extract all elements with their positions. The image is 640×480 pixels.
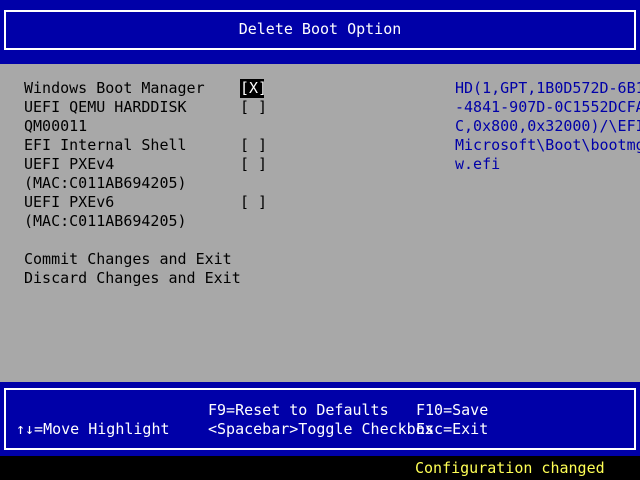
boot-option-uefi-pxev6-detail: (MAC:C011AB694205) [24, 212, 187, 230]
help-line: HD(1,GPT,1B0D572D-6B17 [455, 79, 640, 97]
move-highlight-hint: ↑↓=Move Highlight [16, 420, 170, 438]
checkbox-uefi-pxev4[interactable]: [ ] [240, 155, 267, 174]
help-line: -4841-907D-0C1552DCFAF [455, 98, 640, 116]
checkbox-uefi-pxev6[interactable]: [ ] [240, 193, 267, 212]
status-message: Configuration changed [415, 459, 605, 477]
boot-option-uefi-qemu-harddisk[interactable]: UEFI QEMU HARDDISK [24, 98, 187, 117]
boot-option-uefi-pxev6[interactable]: UEFI PXEv6 [24, 193, 114, 212]
discard-changes-exit[interactable]: Discard Changes and Exit [24, 269, 241, 288]
reset-defaults-hint: F9=Reset to Defaults [208, 401, 389, 419]
help-line: w.efi [455, 155, 501, 173]
boot-option-efi-internal-shell[interactable]: EFI Internal Shell [24, 136, 187, 155]
boot-option-uefi-pxev4[interactable]: UEFI PXEv4 [24, 155, 114, 174]
save-hint: F10=Save [416, 401, 489, 419]
exit-hint: Esc=Exit [416, 420, 489, 438]
boot-option-uefi-pxev4-detail: (MAC:C011AB694205) [24, 174, 187, 192]
help-line: C,0x800,0x32000)/\EFI\ [455, 117, 640, 135]
boot-option-windows-boot-manager[interactable]: Windows Boot Manager [24, 79, 205, 98]
page-title: Delete Boot Option [238, 20, 402, 38]
checkbox-efi-internal-shell[interactable]: [ ] [240, 136, 267, 155]
toggle-checkbox-hint: <Spacebar>Toggle Checkbox [208, 420, 434, 438]
help-line: Microsoft\Boot\bootmgf [455, 136, 640, 154]
checkbox-uefi-qemu-harddisk[interactable]: [ ] [240, 98, 267, 117]
commit-changes-exit[interactable]: Commit Changes and Exit [24, 250, 232, 269]
boot-option-uefi-qemu-harddisk-detail: QM00011 [24, 117, 88, 135]
checkbox-windows-boot-manager[interactable]: [X] [240, 79, 267, 98]
content-panel: Windows Boot Manager [X] UEFI QEMU HARDD… [0, 64, 640, 382]
